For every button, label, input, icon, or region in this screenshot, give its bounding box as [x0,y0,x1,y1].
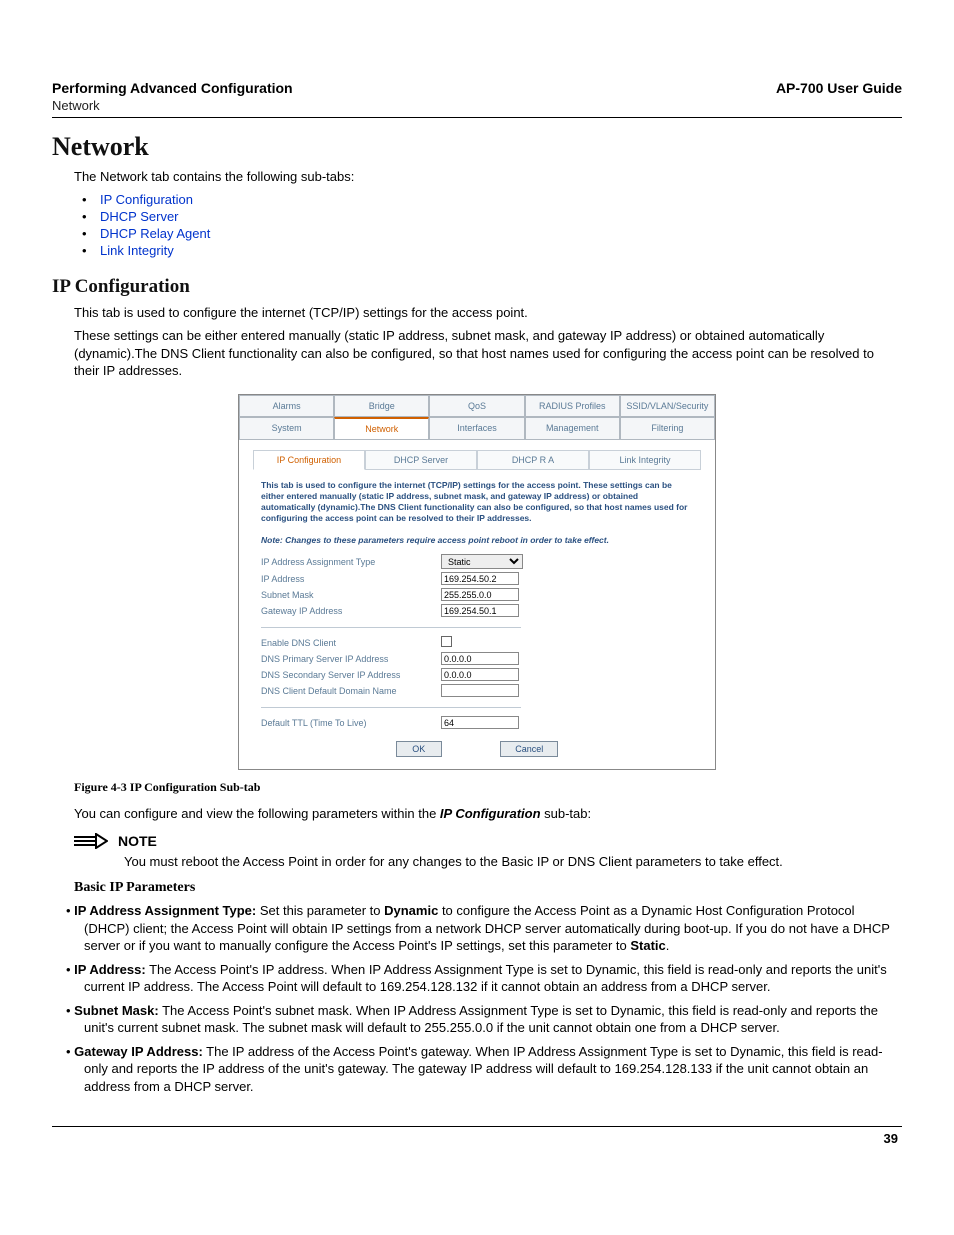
tab-row-lower: System Network Interfaces Management Fil… [239,417,715,440]
subtab-dhcp-server[interactable]: DHCP Server [365,450,477,470]
header-rule [52,117,902,118]
header-subtitle: Network [52,98,293,113]
tab-qos[interactable]: QoS [429,395,524,417]
header-guide: AP-700 User Guide [776,80,902,96]
subtab-link-integrity[interactable]: Link Integrity [589,450,701,470]
page-number: 39 [52,1131,902,1146]
input-gateway-ip[interactable] [441,604,519,617]
label-dns-primary: DNS Primary Server IP Address [261,654,441,664]
tab-ssid-vlan-security[interactable]: SSID/VLAN/Security [620,395,715,417]
label-dns-domain: DNS Client Default Domain Name [261,686,441,696]
subtab-row: IP Configuration DHCP Server DHCP R A Li… [253,450,701,470]
basic-ip-parameter-list: IP Address Assignment Type: Set this par… [66,902,902,1095]
tab-alarms[interactable]: Alarms [239,395,334,417]
tab-management[interactable]: Management [525,417,620,440]
note-arrow-icon [74,833,108,849]
param-assignment-type: IP Address Assignment Type: Set this par… [66,902,902,955]
link-dhcp-relay-agent[interactable]: DHCP Relay Agent [100,226,210,241]
tab-network[interactable]: Network [334,417,429,440]
header-title: Performing Advanced Configuration [52,80,293,96]
select-assignment-type[interactable]: Static [441,554,523,569]
label-default-ttl: Default TTL (Time To Live) [261,718,441,728]
ipconfig-paragraph-2: These settings can be either entered man… [74,327,902,380]
tab-row-upper: Alarms Bridge QoS RADIUS Profiles SSID/V… [239,395,715,417]
param-ip-address: IP Address: The Access Point's IP addres… [66,961,902,996]
link-ip-configuration[interactable]: IP Configuration [100,192,193,207]
label-ip-address: IP Address [261,574,441,584]
link-link-integrity[interactable]: Link Integrity [100,243,174,258]
note-body: You must reboot the Access Point in orde… [124,853,902,871]
heading-basic-ip-parameters: Basic IP Parameters [74,880,902,896]
subtab-link-list: IP Configuration DHCP Server DHCP Relay … [82,192,902,258]
post-figure-intro: You can configure and view the following… [74,805,902,823]
param-subnet-mask: Subnet Mask: The Access Point's subnet m… [66,1002,902,1037]
input-dns-primary[interactable] [441,652,519,665]
ok-button[interactable]: OK [396,741,442,757]
divider-1 [261,627,521,628]
label-dns-secondary: DNS Secondary Server IP Address [261,670,441,680]
checkbox-enable-dns-client[interactable] [441,636,452,647]
cancel-button[interactable]: Cancel [500,741,558,757]
param-gateway-ip: Gateway IP Address: The IP address of th… [66,1043,902,1096]
subtab-dhcp-ra[interactable]: DHCP R A [477,450,589,470]
tab-bridge[interactable]: Bridge [334,395,429,417]
panel-reboot-note: Note: Changes to these parameters requir… [261,535,609,545]
label-subnet-mask: Subnet Mask [261,590,441,600]
input-default-ttl[interactable] [441,716,519,729]
subtab-ip-configuration[interactable]: IP Configuration [253,450,365,470]
input-ip-address[interactable] [441,572,519,585]
label-gateway-ip: Gateway IP Address [261,606,441,616]
tab-radius-profiles[interactable]: RADIUS Profiles [525,395,620,417]
input-dns-secondary[interactable] [441,668,519,681]
figure-caption: Figure 4-3 IP Configuration Sub-tab [74,780,902,795]
footer-rule [52,1126,902,1127]
intro-paragraph: The Network tab contains the following s… [74,168,902,186]
input-subnet-mask[interactable] [441,588,519,601]
label-assignment-type: IP Address Assignment Type [261,557,441,567]
tab-interfaces[interactable]: Interfaces [429,417,524,440]
divider-2 [261,707,521,708]
panel-description: This tab is used to configure the intern… [261,480,693,546]
section-heading-network: Network [52,132,902,162]
subsection-heading-ip-configuration: IP Configuration [52,276,902,298]
tab-system[interactable]: System [239,417,334,440]
tab-filtering[interactable]: Filtering [620,417,715,440]
ipconfig-paragraph-1: This tab is used to configure the intern… [74,304,902,322]
config-ui-screenshot: Alarms Bridge QoS RADIUS Profiles SSID/V… [238,394,716,770]
input-dns-domain[interactable] [441,684,519,697]
note-label: NOTE [118,833,157,849]
link-dhcp-server[interactable]: DHCP Server [100,209,179,224]
label-enable-dns-client: Enable DNS Client [261,638,441,648]
